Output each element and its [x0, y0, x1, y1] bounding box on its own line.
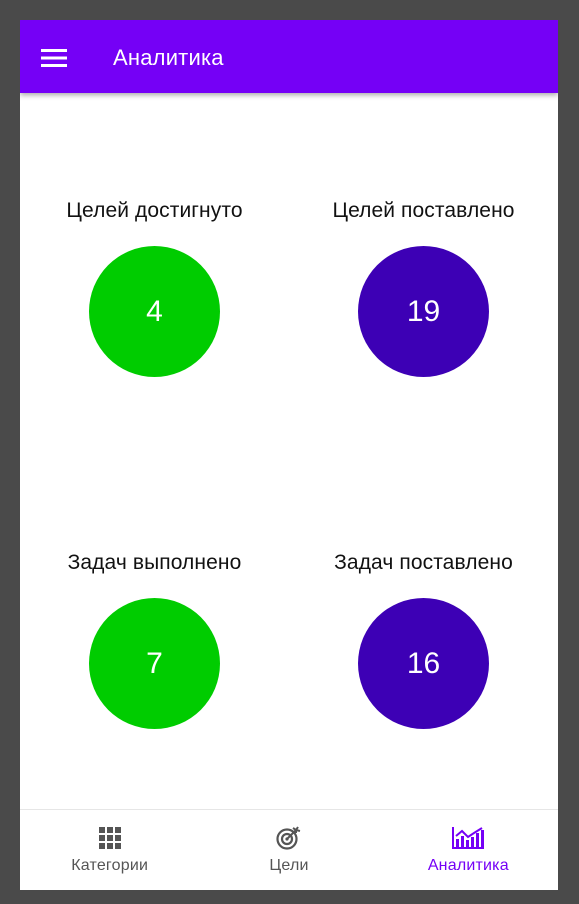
goals-achieved-value: 4	[146, 294, 163, 328]
goals-set-label: Целей поставлено	[332, 199, 515, 222]
page-title: Аналитика	[113, 45, 224, 70]
target-icon	[276, 825, 302, 851]
goals-achieved-circle: 4	[89, 246, 220, 377]
menu-button[interactable]	[34, 38, 74, 78]
nav-item-analytics[interactable]: Аналитика	[379, 810, 558, 890]
tasks-set-value: 16	[406, 646, 441, 680]
goals-set-value: 19	[406, 294, 441, 328]
app-screen: Аналитика Целей достигнуто 4 Целей поста…	[20, 20, 558, 890]
goals-set-circle: 19	[358, 246, 489, 377]
tasks-completed-label: Задач выполнено	[67, 551, 242, 574]
hamburger-menu-icon	[41, 49, 67, 67]
nav-label-analytics: Аналитика	[427, 857, 509, 874]
nav-item-goals[interactable]: Цели	[199, 810, 378, 890]
goals-achieved-stat: Целей достигнуто 4	[20, 199, 289, 377]
nav-item-categories[interactable]: Категории	[20, 810, 199, 890]
goals-achieved-label: Целей достигнуто	[66, 199, 243, 222]
tasks-completed-circle: 7	[89, 598, 220, 729]
tasks-set-stat: Задач поставлено 16	[289, 551, 558, 729]
nav-label-goals: Цели	[269, 857, 309, 874]
goals-set-stat: Целей поставлено 19	[289, 199, 558, 377]
tasks-completed-stat: Задач выполнено 7	[20, 551, 289, 729]
bottom-navigation: Категории Цели Аналитика	[20, 809, 558, 890]
app-bar: Аналитика	[20, 20, 558, 93]
chart-icon	[452, 825, 485, 851]
tasks-set-label: Задач поставлено	[334, 551, 513, 574]
nav-label-categories: Категории	[71, 857, 149, 874]
tasks-set-circle: 16	[358, 598, 489, 729]
tasks-completed-value: 7	[146, 646, 163, 680]
grid-icon	[98, 825, 121, 851]
analytics-content: Целей достигнуто 4 Целей поставлено 19 З…	[20, 93, 558, 811]
